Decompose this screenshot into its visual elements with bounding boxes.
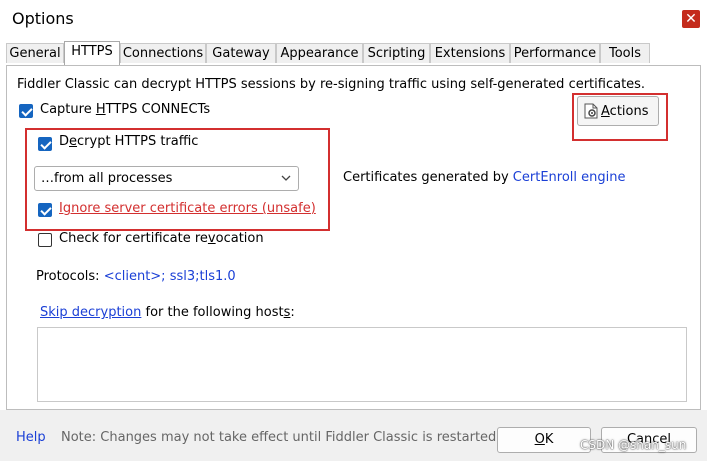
protocols-label: Protocols: (36, 269, 104, 284)
tab-strip: General HTTPS Connections Gateway Appear… (0, 41, 707, 65)
certificates-generated-prefix: Certificates generated by (343, 170, 513, 185)
tab-https[interactable]: HTTPS (64, 41, 120, 65)
skip-decryption-row: Skip decryption for the following hosts: (40, 305, 295, 320)
process-filter-value: …from all processes (41, 171, 173, 186)
capture-https-checkbox[interactable] (19, 104, 33, 118)
capture-https-label[interactable]: Capture HTTPS CONNECTs (40, 102, 210, 117)
window-title: Options (12, 9, 74, 28)
restart-note: Note: Changes may not take effect until … (61, 430, 501, 445)
ok-button[interactable]: OK (497, 427, 591, 453)
https-description: Fiddler Classic can decrypt HTTPS sessio… (17, 77, 646, 92)
decrypt-https-label[interactable]: Decrypt HTTPS traffic (59, 134, 198, 149)
skip-decryption-link[interactable]: Skip decryption (40, 305, 141, 320)
actions-button[interactable]: Actions (577, 96, 659, 126)
close-button[interactable]: ✕ (682, 10, 700, 28)
tab-connections[interactable]: Connections (120, 43, 206, 63)
help-link[interactable]: Help (16, 430, 46, 445)
chevron-down-icon (281, 175, 291, 181)
tab-appearance[interactable]: Appearance (276, 43, 363, 63)
protocols-row: Protocols: <client>; ssl3;tls1.0 (36, 269, 236, 284)
csdn-watermark: CSDN @shan_sun (580, 438, 687, 452)
protocols-link[interactable]: <client>; ssl3;tls1.0 (104, 269, 236, 284)
revocation-label[interactable]: Check for certificate revocation (59, 231, 264, 246)
ignore-cert-errors-label[interactable]: Ignore server certificate errors (unsafe… (59, 201, 316, 216)
certenroll-engine-link[interactable]: CertEnroll engine (513, 170, 626, 185)
certificates-generated-text: Certificates generated by CertEnroll eng… (343, 170, 625, 185)
decrypt-https-checkbox[interactable] (38, 137, 52, 151)
skip-hosts-textarea[interactable] (37, 327, 687, 402)
tab-extensions[interactable]: Extensions (430, 43, 510, 63)
revocation-checkbox[interactable] (38, 233, 52, 247)
ignore-cert-errors-checkbox[interactable] (38, 203, 52, 217)
tab-performance[interactable]: Performance (510, 43, 600, 63)
certificate-gear-icon (584, 103, 598, 119)
tab-tools[interactable]: Tools (600, 43, 650, 63)
tab-general[interactable]: General (6, 43, 64, 63)
actions-label: Actions (601, 104, 649, 119)
title-bar: Options ✕ (0, 0, 707, 38)
close-icon: ✕ (685, 11, 697, 27)
process-filter-select[interactable]: …from all processes (34, 166, 299, 191)
tab-scripting[interactable]: Scripting (363, 43, 430, 63)
tab-gateway[interactable]: Gateway (206, 43, 276, 63)
